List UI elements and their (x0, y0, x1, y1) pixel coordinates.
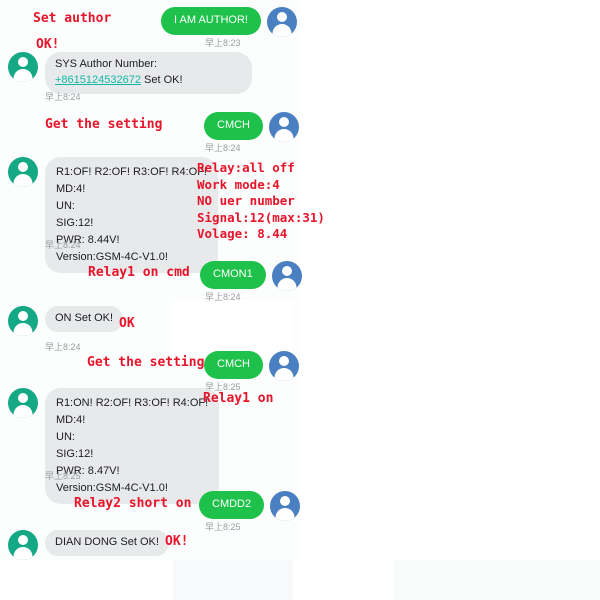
background-panel-bottom-mid (173, 560, 293, 600)
message-row-incoming-10[interactable]: DIAN DONG Set OK! (8, 530, 169, 560)
annotation-relay2-short-on: Relay2 short on (74, 496, 192, 511)
message-row-outgoing-7[interactable]: CMCH (204, 351, 299, 381)
annotation-ok-1: OK! (36, 37, 60, 52)
user-avatar-blue-icon (271, 261, 302, 291)
message-bubble-incoming[interactable]: R1:ON! R2:OF! R3:OF! R4:OF! MD:4! UN: SI… (45, 388, 220, 505)
annotation-status-decode: Relay:all off Work mode:4 NO uer number … (197, 160, 325, 241)
annotation-get-setting-1: Get the setting (45, 117, 163, 132)
annotation-ok-3: OK! (165, 534, 189, 549)
user-avatar-blue-icon (270, 491, 301, 521)
message-timestamp: 早上8:25 (205, 522, 241, 532)
message-timestamp: 早上8:24 (45, 342, 81, 352)
message-timestamp: 早上8:25 (45, 471, 81, 481)
message-row-incoming-4[interactable]: R1:OF! R2:OF! R3:OF! R4:OF! MD:4! UN: SI… (8, 157, 218, 274)
message-bubble-outgoing[interactable]: CMCH (204, 112, 263, 140)
message-row-outgoing-1[interactable]: I AM AUTHOR! (161, 7, 297, 37)
message-text-prefix: SYS Author Number: (55, 58, 158, 70)
device-avatar-teal-icon (8, 157, 38, 187)
user-avatar-blue-icon (269, 351, 299, 381)
message-timestamp: 早上8:23 (205, 38, 241, 48)
message-row-incoming-6[interactable]: ON Set OK! (8, 306, 124, 336)
message-bubble-outgoing[interactable]: I AM AUTHOR! (161, 7, 261, 35)
message-bubble-incoming[interactable]: DIAN DONG Set OK! (45, 530, 169, 556)
message-row-outgoing-3[interactable]: CMCH (204, 112, 299, 142)
message-row-outgoing-9[interactable]: CMDD2 (199, 491, 301, 521)
annotation-get-setting-2: Get the setting (87, 355, 205, 370)
message-bubble-incoming[interactable]: ON Set OK! (45, 306, 124, 332)
message-timestamp: 早上8:24 (45, 240, 81, 250)
device-avatar-teal-icon (8, 530, 38, 560)
message-row-outgoing-5[interactable]: CMON1 (200, 261, 302, 291)
user-avatar-blue-icon (266, 7, 297, 37)
message-timestamp: 早上8:24 (205, 292, 241, 302)
message-text-suffix: Set OK! (140, 73, 183, 86)
annotation-relay1-on-cmd: Relay1 on cmd (88, 265, 190, 280)
message-bubble-incoming[interactable]: R1:OF! R2:OF! R3:OF! R4:OF! MD:4! UN: SI… (45, 157, 218, 274)
chat-conversation: I AM AUTHOR! 早上8:23 SYS Author Number: +… (0, 0, 600, 600)
message-bubble-outgoing[interactable]: CMDD2 (199, 491, 265, 519)
message-row-incoming-8[interactable]: R1:ON! R2:OF! R3:OF! R4:OF! MD:4! UN: SI… (8, 388, 220, 505)
annotation-ok-2: OK (119, 316, 135, 331)
annotation-relay1-on: Relay1 on (203, 391, 274, 406)
device-avatar-teal-icon (8, 388, 38, 418)
message-row-incoming-2[interactable]: SYS Author Number: +8615124532672 Set OK… (8, 52, 252, 94)
message-timestamp: 早上8:24 (205, 143, 241, 153)
annotation-set-author: Set author (33, 11, 112, 26)
user-avatar-blue-icon (269, 112, 299, 142)
phone-number-link[interactable]: +8615124532672 (55, 74, 141, 86)
message-timestamp: 早上8:24 (45, 92, 81, 102)
message-bubble-outgoing[interactable]: CMON1 (200, 261, 266, 289)
device-avatar-teal-icon (8, 52, 38, 82)
message-bubble-outgoing[interactable]: CMCH (204, 351, 263, 379)
device-avatar-teal-icon (8, 306, 38, 336)
message-bubble-incoming[interactable]: SYS Author Number: +8615124532672 Set OK… (45, 52, 252, 94)
background-panel-bottom-right (393, 560, 600, 600)
